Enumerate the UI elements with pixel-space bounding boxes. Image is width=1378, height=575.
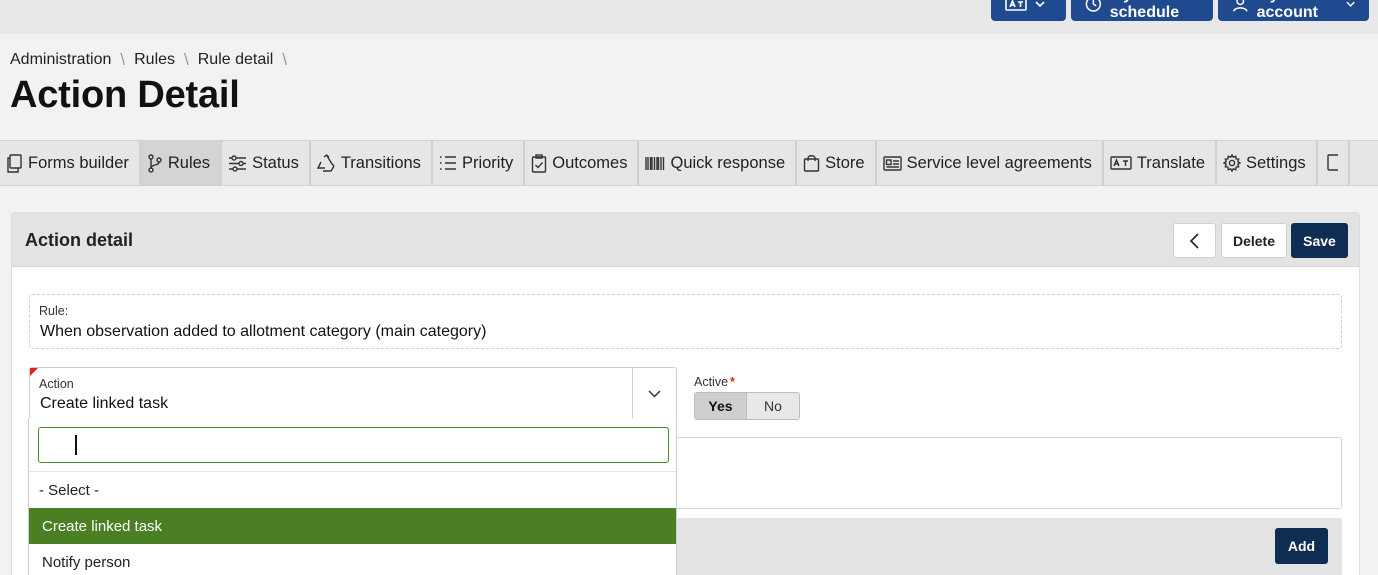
tab-forms-builder[interactable]: Forms builder [0, 141, 141, 185]
tab-quick-response[interactable]: Quick response [639, 141, 798, 185]
tab-overflow[interactable] [1318, 141, 1350, 185]
active-label: Active * [694, 375, 735, 389]
tab-label: Quick response [670, 153, 786, 172]
tab-label: Translate [1136, 153, 1205, 172]
tab-settings[interactable]: Settings [1217, 141, 1318, 185]
tab-translate[interactable]: Translate [1104, 141, 1217, 185]
gear-icon [1223, 154, 1241, 172]
tab-outcomes[interactable]: Outcomes [525, 141, 640, 185]
breadcrumb-administration[interactable]: Administration [10, 51, 111, 69]
required-marker [30, 368, 38, 376]
breadcrumb-separator: \ [184, 50, 189, 69]
clipboard-check-icon [532, 153, 547, 173]
chevron-down-icon [1346, 1, 1355, 7]
save-button[interactable]: Save [1291, 223, 1348, 258]
tab-transitions[interactable]: Transitions [311, 141, 433, 185]
tab-label: Status [252, 153, 299, 172]
active-label-text: Active [694, 375, 729, 389]
tab-priority[interactable]: Priority [433, 141, 526, 185]
action-selected-value: Create linked task [40, 395, 169, 412]
back-button[interactable] [1173, 223, 1216, 258]
user-icon [1233, 0, 1248, 12]
action-dropdown-toggle[interactable] [632, 368, 676, 418]
tab-label: Service level agreements [906, 153, 1092, 172]
tab-rules[interactable]: Rules [140, 141, 223, 185]
tab-status[interactable]: Status [222, 141, 311, 185]
clock-icon [1085, 0, 1102, 12]
tab-service-level-agreements[interactable]: Service level agreements [877, 141, 1104, 185]
dropdown-search-input[interactable] [38, 427, 669, 463]
branch-icon [148, 153, 162, 173]
rule-label: Rule: [39, 304, 69, 318]
breadcrumb-separator: \ [120, 50, 126, 69]
delete-button[interactable]: Delete [1221, 223, 1287, 258]
active-no-option[interactable]: No [747, 393, 799, 419]
chevron-down-icon [1035, 0, 1045, 7]
tab-label: Transitions [340, 153, 421, 172]
breadcrumb-rule-detail[interactable]: Rule detail [198, 51, 274, 69]
tab-store[interactable]: Store [797, 141, 877, 185]
page-title: Action Detail [10, 74, 240, 116]
text-cursor [75, 435, 77, 455]
id-card-icon [882, 155, 902, 171]
tab-label: Forms builder [28, 153, 129, 172]
my-account-button[interactable]: My account [1218, 0, 1369, 21]
dropdown-search-wrap [29, 418, 676, 472]
dropdown-option-create-linked-task[interactable]: Create linked task [29, 508, 676, 544]
tab-label: Settings [1246, 153, 1306, 172]
language-button[interactable] [991, 0, 1066, 21]
my-schedule-button[interactable]: My schedule [1071, 0, 1213, 21]
required-asterisk: * [730, 375, 735, 389]
tab-label: Priority [461, 153, 514, 172]
rule-field: Rule: When observation added to allotmen… [29, 294, 1342, 349]
top-bar: My schedule My account [0, 0, 1378, 34]
action-select[interactable]: Action Create linked task [29, 367, 677, 419]
card-title: Action detail [25, 230, 134, 250]
translate-icon [1110, 156, 1132, 170]
tab-label: Rules [167, 153, 211, 172]
tab-label: Store [825, 153, 865, 172]
recycle-icon [316, 154, 335, 172]
rule-value: When observation added to allotment cate… [40, 323, 487, 340]
tab-label: Outcomes [552, 153, 628, 172]
my-schedule-label: My schedule [1109, 0, 1180, 21]
action-label: Action [39, 377, 74, 391]
my-account-label: My account [1256, 0, 1318, 21]
chevron-down-icon [648, 389, 661, 398]
action-dropdown-menu: - Select - Create linked task Notify per… [28, 418, 677, 575]
dropdown-option-notify-person[interactable]: Notify person [29, 544, 676, 575]
dropdown-option-select[interactable]: - Select - [29, 472, 676, 508]
tab-bar: Forms builder Rules Status Transitions P… [0, 140, 1378, 186]
active-yes-option[interactable]: Yes [695, 393, 747, 419]
breadcrumb-rules[interactable]: Rules [134, 51, 175, 69]
linked-items-panel [675, 518, 1342, 575]
breadcrumb-separator: \ [282, 50, 288, 69]
document-copy-icon [7, 153, 22, 173]
document-icon [1326, 154, 1338, 171]
description-field[interactable] [675, 437, 1342, 509]
shopping-bag-icon [803, 155, 820, 172]
list-icon [439, 156, 456, 170]
sliders-icon [229, 154, 247, 172]
translate-icon [1005, 0, 1027, 11]
barcode-icon [645, 156, 665, 170]
active-toggle[interactable]: Yes No [694, 392, 800, 420]
card-header: Action detail Delete Save [12, 213, 1359, 267]
chevron-left-icon [1189, 232, 1199, 249]
add-button[interactable]: Add [1275, 528, 1328, 564]
breadcrumb: Administration \ Rules \ Rule detail \ [10, 50, 296, 70]
